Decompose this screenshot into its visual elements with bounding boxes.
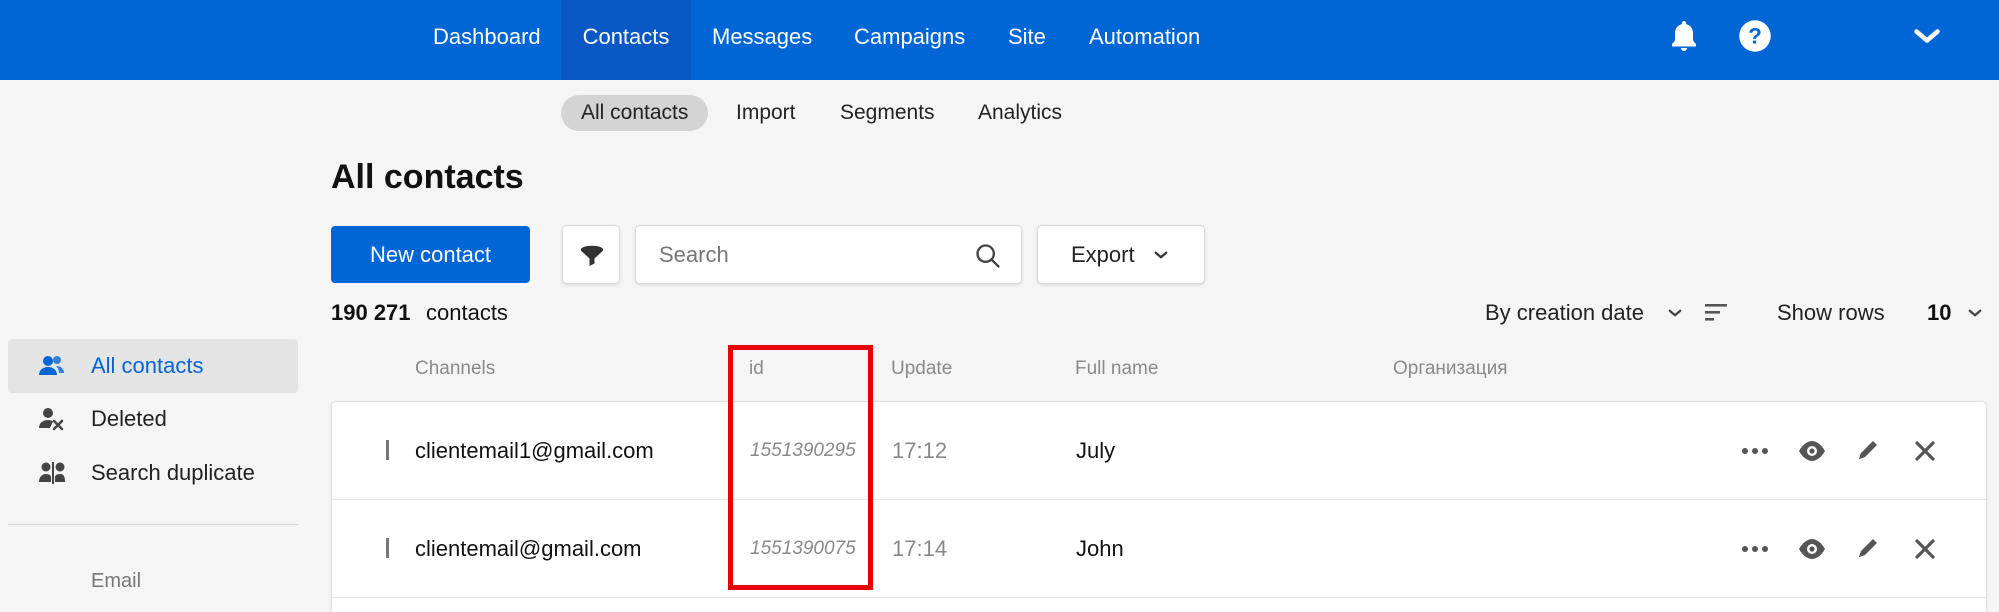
cell-id: 1551390295	[750, 440, 856, 461]
chevron-down-icon[interactable]	[1909, 22, 1945, 50]
nav-contacts[interactable]: Contacts	[561, 0, 691, 80]
sidebar-group-email[interactable]: Email	[91, 570, 141, 593]
table-row[interactable]: clientemail1@gmail.com 1551390295 17:12 …	[332, 402, 1988, 500]
chevron-down-icon[interactable]	[1666, 304, 1684, 327]
more-icon[interactable]	[1740, 535, 1770, 563]
column-header-channels[interactable]: Channels	[415, 358, 495, 380]
contacts-table: clientemail1@gmail.com 1551390295 17:12 …	[331, 401, 1988, 612]
subnav-analytics[interactable]: Analytics	[978, 95, 1062, 131]
column-header-update[interactable]: Update	[891, 358, 952, 380]
nav-site[interactable]: Site	[1008, 0, 1046, 80]
chevron-down-icon[interactable]	[1966, 304, 1984, 327]
user-deleted-icon	[38, 406, 66, 432]
nav-messages[interactable]: Messages	[712, 0, 812, 80]
view-icon[interactable]	[1797, 535, 1827, 563]
page-title: All contacts	[331, 158, 524, 196]
search-field[interactable]	[635, 225, 1022, 284]
new-contact-button[interactable]: New contact	[331, 226, 530, 283]
filter-button[interactable]	[562, 225, 620, 284]
users-icon	[38, 353, 66, 379]
nav-automation[interactable]: Automation	[1089, 0, 1200, 80]
svg-text:?: ?	[1748, 24, 1762, 49]
cell-update: 17:12	[892, 438, 948, 463]
column-header-full-name[interactable]: Full name	[1075, 358, 1158, 380]
view-icon[interactable]	[1797, 437, 1827, 465]
sidebar-item-label: Search duplicate	[91, 460, 255, 485]
search-icon[interactable]	[974, 242, 1002, 275]
subnav-segments[interactable]: Segments	[840, 95, 935, 131]
bell-icon[interactable]	[1666, 18, 1702, 54]
sidebar-item-search-duplicate[interactable]: Search duplicate	[8, 446, 298, 500]
cell-full-name[interactable]: July	[1076, 402, 1115, 500]
export-label: Export	[1071, 242, 1135, 267]
contacts-count: 190 271	[331, 300, 411, 325]
duplicate-users-icon	[38, 460, 66, 486]
delete-icon[interactable]	[1910, 437, 1940, 465]
drag-handle[interactable]	[386, 440, 389, 460]
sidebar-item-deleted[interactable]: Deleted	[8, 392, 298, 446]
column-header-organization[interactable]: Организация	[1393, 358, 1508, 380]
cell-id: 1551390075	[750, 538, 856, 559]
help-icon[interactable]: ?	[1737, 18, 1773, 54]
subnav-all-contacts[interactable]: All contacts	[561, 95, 709, 131]
export-button[interactable]: Export	[1037, 225, 1205, 284]
nav-dashboard[interactable]: Dashboard	[433, 0, 541, 80]
nav-campaigns[interactable]: Campaigns	[854, 0, 965, 80]
search-input[interactable]	[659, 226, 959, 283]
sidebar-divider	[8, 524, 298, 525]
edit-icon[interactable]	[1853, 535, 1883, 563]
chevron-down-icon	[1152, 246, 1170, 269]
more-icon[interactable]	[1740, 437, 1770, 465]
filter-icon	[577, 241, 607, 276]
column-header-id[interactable]: id	[749, 358, 764, 380]
cell-email[interactable]: clientemail@gmail.com	[415, 500, 642, 598]
delete-icon[interactable]	[1910, 535, 1940, 563]
edit-icon[interactable]	[1853, 437, 1883, 465]
sort-dropdown[interactable]: By creation date	[1485, 298, 1644, 328]
drag-handle[interactable]	[386, 538, 389, 558]
table-row[interactable]: clientemail@gmail.com 1551390075 17:14 J…	[332, 500, 1988, 598]
cell-full-name[interactable]: John	[1076, 500, 1124, 598]
sidebar-item-label: Deleted	[91, 406, 167, 431]
top-navigation-bar: Dashboard Contacts Messages Campaigns Si…	[0, 0, 1999, 80]
rows-per-page-select[interactable]: 10	[1927, 298, 1951, 328]
sidebar-item-all-contacts[interactable]: All contacts	[8, 339, 298, 393]
contacts-count-label: contacts	[426, 300, 508, 325]
sidebar-item-label: All contacts	[91, 353, 204, 378]
subnav-import[interactable]: Import	[736, 95, 796, 131]
cell-email[interactable]: clientemail1@gmail.com	[415, 402, 654, 500]
sort-order-icon[interactable]	[1703, 300, 1729, 329]
cell-update: 17:14	[892, 536, 948, 561]
show-rows-label: Show rows	[1777, 300, 1885, 325]
